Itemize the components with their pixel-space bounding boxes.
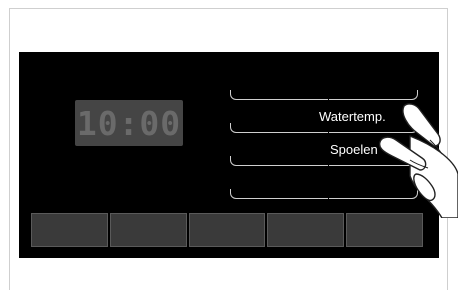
hand-pointer-icon bbox=[378, 103, 458, 218]
function-button-1[interactable] bbox=[31, 213, 108, 247]
option-slot-1[interactable] bbox=[230, 90, 418, 100]
time-display-digits: 10:00 bbox=[76, 103, 182, 143]
function-button-3[interactable] bbox=[188, 213, 266, 247]
function-button-2[interactable] bbox=[109, 213, 187, 247]
option-label-spoelen[interactable]: Spoelen bbox=[330, 142, 378, 157]
time-display: 10:00 bbox=[75, 100, 183, 146]
function-button-4[interactable] bbox=[267, 213, 345, 247]
function-button-5[interactable] bbox=[346, 213, 423, 247]
function-button-row bbox=[31, 213, 423, 247]
